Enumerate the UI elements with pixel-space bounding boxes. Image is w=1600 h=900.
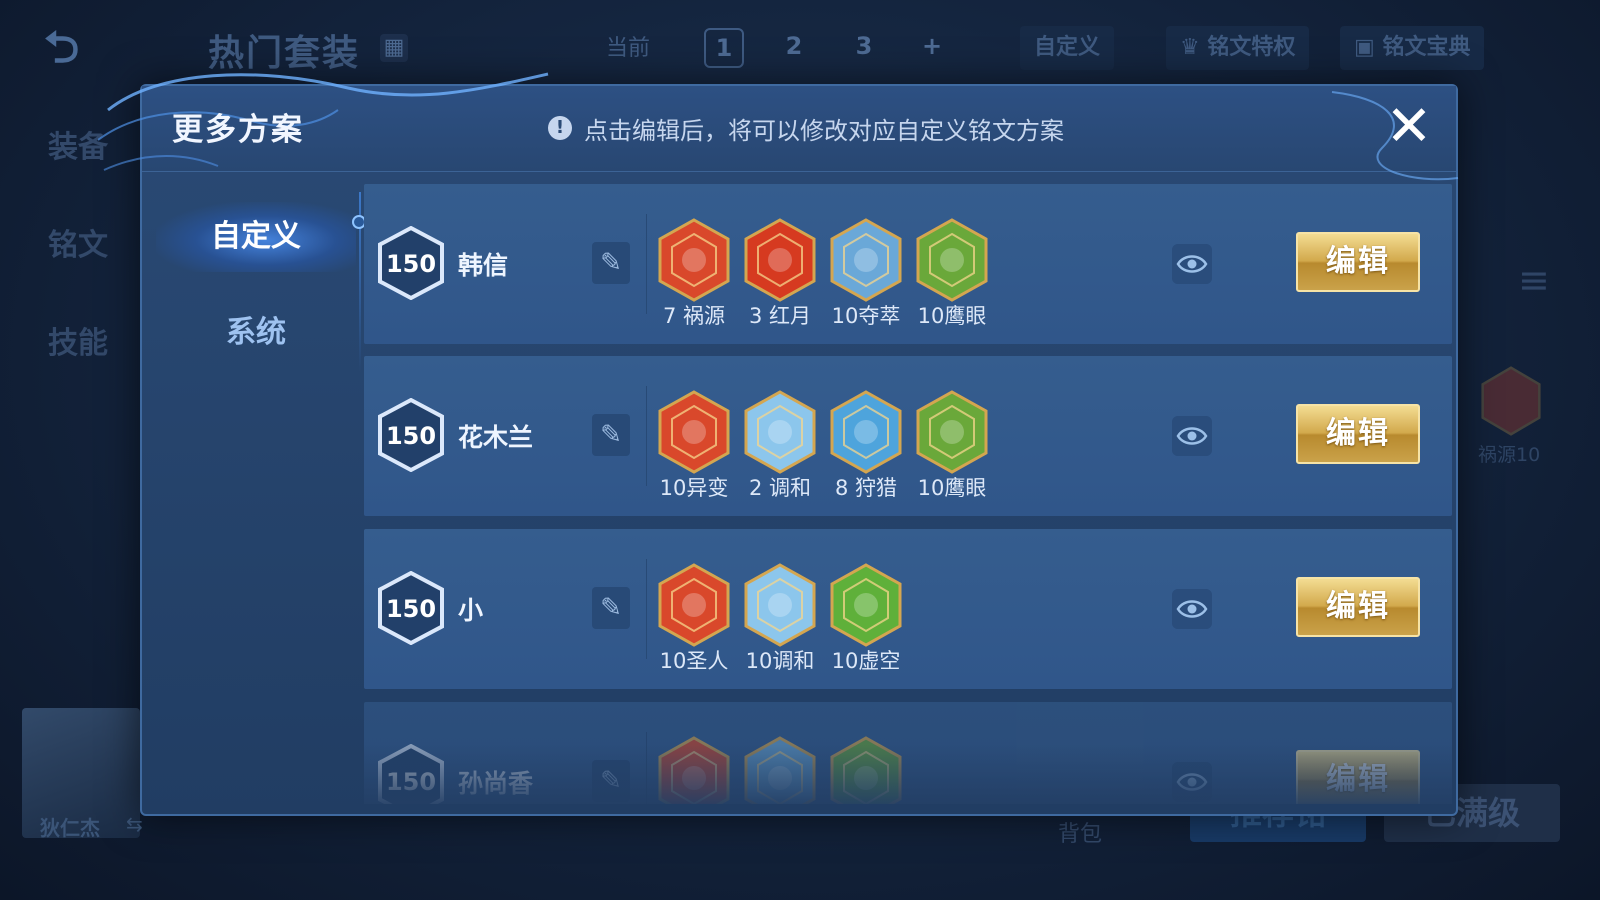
background-rune-label: 祸源10 bbox=[1478, 444, 1541, 466]
preview-eye-icon[interactable] bbox=[1172, 244, 1212, 284]
row-divider bbox=[646, 386, 647, 486]
list-fade-overlay bbox=[364, 744, 1452, 804]
tab-custom[interactable]: 自定义 bbox=[156, 202, 356, 272]
hint-text: 点击编辑后，将可以修改对应自定义铭文方案 bbox=[584, 116, 1064, 145]
swap-icon[interactable]: ⇆ bbox=[126, 812, 143, 836]
scheme-tabs: 自定义 系统 bbox=[156, 186, 366, 486]
hero-name: 狄仁杰 bbox=[40, 816, 100, 840]
codex-button[interactable]: ▣ 铭文宝典 bbox=[1340, 26, 1485, 70]
blue-rune-icon[interactable] bbox=[830, 218, 902, 302]
rune-count-label: 2 调和 bbox=[748, 476, 812, 500]
hint-bar: ! 点击编辑后，将可以修改对应自定义铭文方案 bbox=[548, 108, 1064, 148]
rune-count-label: 10调和 bbox=[745, 649, 815, 673]
preview-eye-icon[interactable] bbox=[1172, 589, 1212, 629]
background-top-bar: ⮌ 热门套装 ▦ 当前 1 2 3 + 自定义 ♛ 铭文特权 ▣ 铭文宝典 bbox=[0, 0, 1600, 96]
row-divider bbox=[646, 214, 647, 314]
info-icon: ! bbox=[548, 116, 572, 140]
blue-drop-rune-icon[interactable] bbox=[744, 390, 816, 474]
green-rune-icon[interactable] bbox=[830, 563, 902, 647]
close-icon[interactable]: ✕ bbox=[1380, 98, 1438, 156]
back-arrow-icon[interactable]: ⮌ bbox=[44, 26, 124, 70]
rune-count-label: 7 祸源 bbox=[662, 304, 726, 328]
red-rune-icon[interactable] bbox=[658, 390, 730, 474]
add-page-button[interactable]: + bbox=[912, 28, 952, 68]
preview-eye-icon[interactable] bbox=[1172, 416, 1212, 456]
scheme-row[interactable]: 150 花木兰 ✎ 10异变 2 调和 8 狩猎 10鹰眼 编辑 bbox=[364, 356, 1452, 516]
privilege-button[interactable]: ♛ 铭文特权 bbox=[1166, 26, 1310, 70]
dialog-title: 更多方案 bbox=[172, 112, 304, 148]
scheme-hero-name: 韩信 bbox=[458, 251, 509, 280]
edit-button[interactable]: 编辑 bbox=[1296, 577, 1420, 637]
edit-button[interactable]: 编辑 bbox=[1296, 232, 1420, 292]
scheme-row[interactable]: 150 小 ✎ 10圣人 10调和 10虚空 编辑 bbox=[364, 529, 1452, 689]
rune-count-label: 8 狩猎 bbox=[834, 476, 898, 500]
bag-label: 背包 bbox=[1058, 822, 1103, 847]
crown-icon: ♛ bbox=[1180, 35, 1208, 60]
page-button-1[interactable]: 1 bbox=[704, 28, 744, 68]
level-value: 150 bbox=[386, 595, 436, 623]
level-badge-icon: 150 bbox=[378, 398, 444, 472]
scheme-hero-name: 小 bbox=[458, 596, 484, 625]
custom-chip[interactable]: 自定义 bbox=[1020, 26, 1115, 70]
rename-pencil-icon[interactable]: ✎ bbox=[592, 414, 630, 456]
level-value: 150 bbox=[386, 250, 436, 278]
rune-count-label: 10异变 bbox=[659, 476, 729, 500]
background-title: 热门套装 bbox=[208, 33, 361, 74]
more-schemes-dialog: 更多方案 ! 点击编辑后，将可以修改对应自定义铭文方案 ✕ 自定义 系统 150… bbox=[98, 72, 1459, 816]
side-tab-skills[interactable]: 技能 bbox=[48, 318, 108, 362]
current-label: 当前 bbox=[606, 36, 651, 61]
red-moon-rune-icon[interactable] bbox=[744, 218, 816, 302]
rune-count-label: 10鹰眼 bbox=[917, 476, 987, 500]
red-rune-icon[interactable] bbox=[658, 218, 730, 302]
rune-count-label: 10鹰眼 bbox=[917, 304, 987, 328]
rune-count-label: 10圣人 bbox=[659, 649, 729, 673]
level-badge-icon: 150 bbox=[378, 571, 444, 645]
grid-icon[interactable]: ▦ bbox=[380, 34, 408, 62]
rune-count-label: 10虚空 bbox=[831, 649, 901, 673]
rune-count-label: 10夺萃 bbox=[831, 304, 901, 328]
scheme-hero-name: 花木兰 bbox=[458, 423, 534, 452]
menu-icon[interactable]: ≡ bbox=[1518, 258, 1550, 302]
rename-pencil-icon[interactable]: ✎ bbox=[592, 587, 630, 629]
rune-count-label: 3 红月 bbox=[748, 304, 812, 328]
tab-system[interactable]: 系统 bbox=[156, 298, 356, 368]
page-button-3[interactable]: 3 bbox=[844, 28, 884, 68]
dialog-header: 更多方案 ! 点击编辑后，将可以修改对应自定义铭文方案 ✕ bbox=[98, 72, 1459, 181]
scheme-row[interactable]: 150 韩信 ✎ 7 祸源 3 红月 10夺萃 10鹰眼 编辑 bbox=[364, 184, 1452, 344]
page-button-2[interactable]: 2 bbox=[774, 28, 814, 68]
privilege-label: 铭文特权 bbox=[1207, 35, 1296, 60]
level-value: 150 bbox=[386, 422, 436, 450]
background-rune-icon bbox=[1481, 366, 1541, 436]
edit-button[interactable]: 编辑 bbox=[1296, 404, 1420, 464]
row-divider bbox=[646, 559, 647, 659]
green-rune-icon[interactable] bbox=[916, 218, 988, 302]
green-rune-icon[interactable] bbox=[916, 390, 988, 474]
side-tab-equipment[interactable]: 装备 bbox=[48, 122, 108, 166]
swirl-decoration-icon bbox=[98, 72, 549, 171]
blue-drop-rune-icon[interactable] bbox=[744, 563, 816, 647]
red-rune-icon[interactable] bbox=[658, 563, 730, 647]
rename-pencil-icon[interactable]: ✎ bbox=[592, 242, 630, 284]
codex-label: 铭文宝典 bbox=[1382, 35, 1471, 60]
blue-lightning-rune-icon[interactable] bbox=[830, 390, 902, 474]
level-badge-icon: 150 bbox=[378, 226, 444, 300]
book-icon: ▣ bbox=[1354, 35, 1383, 60]
game-screen: ⮌ 热门套装 ▦ 当前 1 2 3 + 自定义 ♛ 铭文特权 ▣ 铭文宝典 装备… bbox=[0, 0, 1600, 900]
side-tab-runes[interactable]: 铭文 bbox=[48, 220, 108, 264]
scheme-list[interactable]: 150 韩信 ✎ 7 祸源 3 红月 10夺萃 10鹰眼 编辑 150 花木兰 ✎ 10异变 2 调和 8… bbox=[364, 184, 1452, 804]
